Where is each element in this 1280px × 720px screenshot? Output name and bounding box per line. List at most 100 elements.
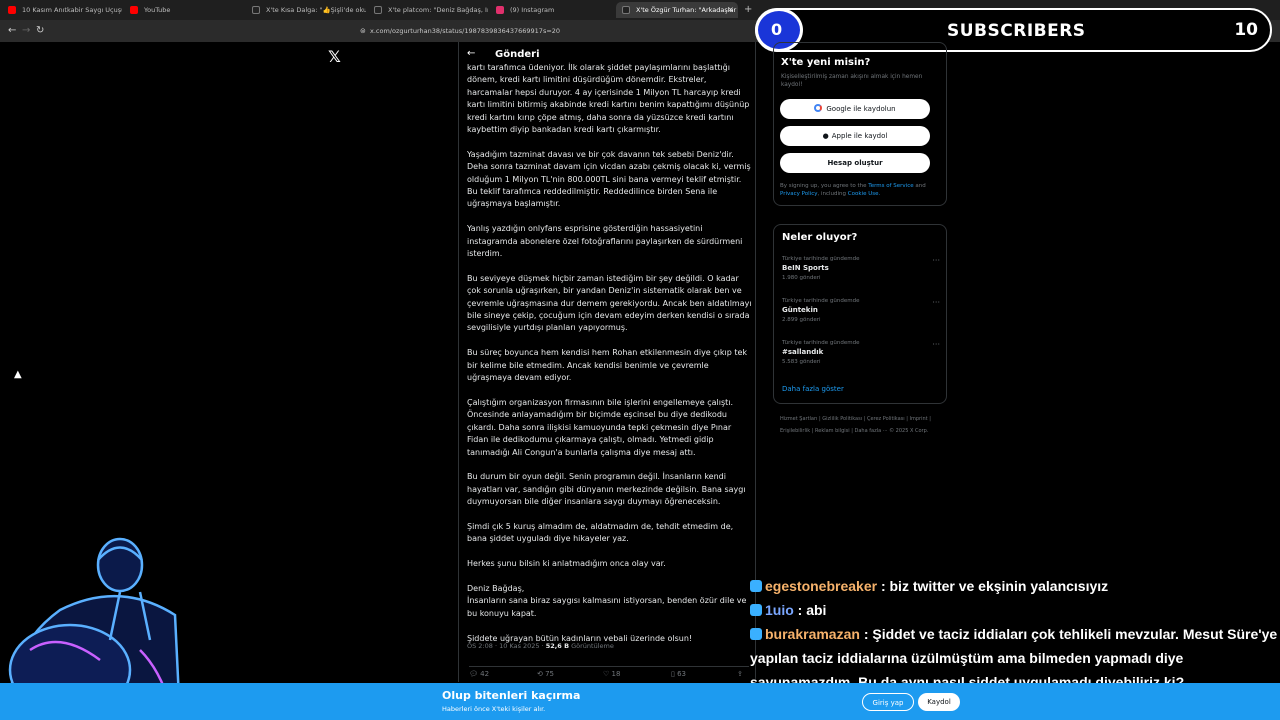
trend-item[interactable]: Türkiye tarihinde gündemde Güntekin 2.89…	[782, 298, 940, 323]
google-signup-label: Google ile kaydolun	[826, 105, 896, 113]
post-paragraph: Herkes şunu bilsin ki anlatmadığım onca …	[467, 559, 666, 569]
youtube-icon	[130, 6, 138, 14]
post-timestamp[interactable]: ÖS 2:08 · 10 Kas 2025 ·	[467, 642, 546, 650]
footer-links[interactable]: Hizmet Şartları | Gizlilik Politikası | …	[780, 413, 940, 437]
post-paragraph: Deniz Bağdaş, İnsanların sana biraz sayg…	[467, 583, 747, 618]
browser-tab[interactable]: X'te platcom: "Deniz Bağdaş, Instag	[368, 2, 488, 18]
browser-tab-active[interactable]: X'te Özgür Turhan: "Arkadaşlar ×	[616, 2, 738, 18]
mouse-cursor-icon: ▲	[14, 369, 22, 380]
trends-title: Neler oluyor?	[782, 232, 858, 243]
more-options-icon[interactable]: ···	[932, 256, 940, 265]
post-paragraph: Yanlış yazdığın onlyfans esprisine göste…	[467, 224, 743, 259]
post-paragraph: Bu durum bir oyun değil. Senin programın…	[467, 472, 746, 507]
x-icon	[252, 6, 260, 14]
more-options-icon[interactable]: ···	[932, 340, 940, 349]
url-input[interactable]: x.com/ozgurturhan38/status/1987839836437…	[370, 24, 750, 38]
signup-subtitle: Kişiselleştirilmiş zaman akışını almak i…	[781, 74, 923, 88]
browser-tab[interactable]: YouTube	[124, 2, 244, 18]
more-options-icon[interactable]: ···	[932, 298, 940, 307]
banner-title: Olup bitenleri kaçırma	[442, 689, 581, 702]
instagram-icon	[496, 6, 504, 14]
tab-label: X'te Kısa Dalga: "👍Şişli'de okul önü	[266, 6, 366, 14]
repost-button[interactable]: ⟲ 75	[537, 670, 554, 678]
x-logo-icon[interactable]: 𝕏	[328, 47, 341, 66]
apple-signup-label: Apple ile kaydol	[831, 132, 888, 140]
post-meta: ÖS 2:08 · 10 Kas 2025 · 52,6 B Görüntüle…	[467, 642, 614, 650]
google-icon	[814, 104, 823, 112]
chat-text: : biz twitter ve ekşinin yalancısıyız	[877, 578, 1109, 594]
chat-username[interactable]: egestonebreaker	[765, 578, 877, 594]
trend-context: Türkiye tarihinde gündemde	[782, 340, 860, 346]
trend-count: 1.980 gönderi	[782, 275, 821, 281]
site-info-icon[interactable]: ⊜	[360, 27, 366, 35]
show-more-link[interactable]: Daha fazla göster	[782, 385, 844, 393]
back-arrow-icon[interactable]: ←	[467, 48, 475, 59]
bookmark-button[interactable]: ▯ 63	[671, 670, 686, 678]
chat-badge-icon	[750, 580, 762, 592]
x-icon	[622, 6, 630, 14]
chat-username[interactable]: burakramazan	[765, 626, 860, 642]
google-signup-button[interactable]: Google ile kaydolun	[780, 99, 930, 119]
views-label: Görüntüleme	[569, 642, 614, 650]
repost-count: 75	[545, 670, 555, 678]
forward-arrow-icon[interactable]: →	[22, 25, 30, 36]
privacy-link[interactable]: Privacy Policy	[780, 191, 817, 197]
x-icon	[374, 6, 382, 14]
trend-item[interactable]: Türkiye tarihinde gündemde BeIN Sports 1…	[782, 256, 940, 281]
trend-count: 5.583 gönderi	[782, 359, 821, 365]
chat-badge-icon	[750, 604, 762, 616]
browser-tab[interactable]: 10 Kasım Anıtkabir Saygı Uçuşu - Yo	[2, 2, 122, 18]
chat-text: : Şiddet ve taciz iddiaları çok tehlikel…	[859, 626, 1278, 642]
like-count: 18	[611, 670, 621, 678]
share-icon[interactable]: ⇪	[737, 670, 743, 678]
trend-name: #sallandık	[782, 348, 824, 356]
post-column: ← Gönderi kartı tarafımca üdeniyor. İlk …	[458, 42, 756, 682]
trend-item[interactable]: Türkiye tarihinde gündemde #sallandık 5.…	[782, 340, 940, 365]
post-paragraph: Bu seviyeye düşmek hiçbir zaman istediği…	[467, 273, 752, 333]
tab-label: 10 Kasım Anıtkabir Saygı Uçuşu - Yo	[22, 6, 122, 14]
chat-badge-icon	[750, 628, 762, 640]
apple-icon: ●	[822, 132, 829, 140]
trends-card: Neler oluyor? Türkiye tarihinde gündemde…	[773, 224, 947, 404]
browser-tab[interactable]: X'te Kısa Dalga: "👍Şişli'de okul önü	[246, 2, 366, 18]
youtube-icon	[8, 6, 16, 14]
trend-context: Türkiye tarihinde gündemde	[782, 256, 860, 262]
chat-text: : abi	[793, 602, 827, 618]
new-tab-button[interactable]: +	[740, 2, 754, 18]
banner-subtitle: Haberleri önce X'teki kişiler alır.	[442, 705, 546, 713]
post-actions: 💬︎ 42 ⟲ 75 ♡ 18 ▯ 63 ⇪	[469, 666, 749, 680]
signup-legal: By signing up, you agree to the Terms of…	[780, 182, 942, 198]
cookie-link[interactable]: Cookie Use.	[848, 191, 880, 197]
terms-link[interactable]: Terms of Service	[868, 183, 913, 189]
legal-text: , including	[817, 191, 848, 197]
post-text: kartı tarafımca üdeniyor. İlk olarak şid…	[467, 62, 752, 657]
post-paragraph: Yaşadığım tazminat davası ve bir çok dav…	[467, 149, 751, 209]
signup-button[interactable]: Kaydol	[918, 693, 960, 711]
trend-name: BeIN Sports	[782, 264, 829, 272]
reload-icon[interactable]: ↻	[36, 25, 44, 36]
chat-message: yapılan taciz iddialarına üzülmüştüm ama…	[750, 646, 1280, 670]
trend-count: 2.899 gönderi	[782, 317, 821, 323]
browser-tab[interactable]: (9) Instagram	[490, 2, 610, 18]
post-paragraph: Çalıştığım organizasyon firmasının bile …	[467, 397, 734, 457]
trend-context: Türkiye tarihinde gündemde	[782, 298, 860, 304]
post-paragraph: kartı tarafımca üdeniyor. İlk olarak şid…	[467, 63, 750, 135]
bookmark-count: 63	[677, 670, 686, 678]
apple-signup-button[interactable]: ● Apple ile kaydol	[780, 126, 930, 146]
login-button[interactable]: Giriş yap	[862, 693, 914, 711]
trend-name: Güntekin	[782, 306, 818, 314]
legal-text: and	[913, 183, 926, 189]
tab-label: X'te platcom: "Deniz Bağdaş, Instag	[388, 6, 488, 14]
close-tab-icon[interactable]: ×	[727, 2, 734, 18]
subscriber-goal: 10	[1234, 20, 1258, 40]
back-arrow-icon[interactable]: ←	[8, 25, 16, 36]
tab-label: YouTube	[144, 6, 171, 14]
chat-username[interactable]: 1uio	[765, 602, 794, 618]
like-button[interactable]: ♡ 18	[603, 670, 620, 678]
view-count: 52,6 B	[545, 642, 570, 650]
tab-label: X'te Özgür Turhan: "Arkadaşlar	[636, 6, 737, 14]
subscribers-label: SUBSCRIBERS	[947, 21, 1086, 41]
reply-button[interactable]: 💬︎ 42	[469, 670, 489, 678]
legal-text: By signing up, you agree to the	[780, 183, 869, 189]
create-account-button[interactable]: Hesap oluştur	[780, 153, 930, 173]
